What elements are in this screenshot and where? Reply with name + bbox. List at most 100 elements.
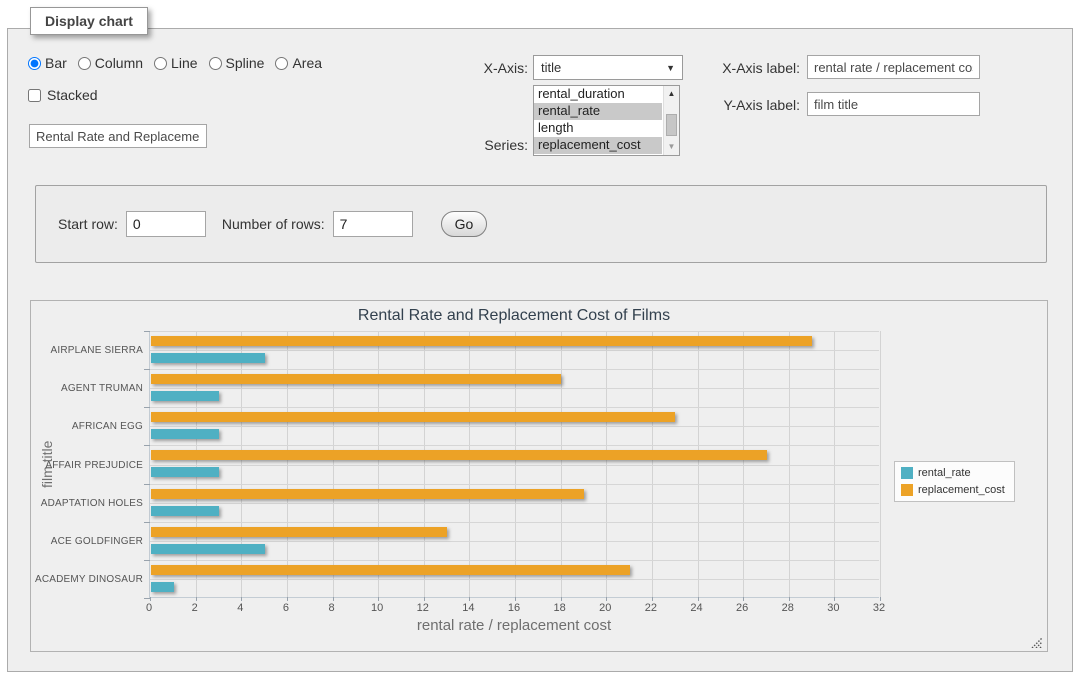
x-tick-label: 16 (494, 602, 534, 614)
gridline-horizontal (150, 522, 879, 523)
bar-rental_rate[interactable] (151, 506, 219, 516)
x-axis-tick (333, 597, 334, 601)
gridline-horizontal (150, 369, 879, 370)
chart-container: Rental Rate and Replacement Cost of Film… (30, 300, 1048, 652)
chart-type-option-spline[interactable]: Spline (209, 55, 265, 71)
gridline-horizontal (150, 484, 879, 485)
scrollbar-thumb[interactable] (666, 114, 677, 136)
bar-rental_rate[interactable] (151, 582, 174, 592)
radio-label-column: Column (95, 55, 143, 71)
radio-line[interactable] (154, 57, 167, 70)
bar-replacement_cost[interactable] (151, 565, 630, 575)
x-axis-tick (880, 597, 881, 601)
series-multiselect[interactable]: rental_durationrental_ratelengthreplacem… (533, 85, 680, 156)
x-tick-label: 20 (585, 602, 625, 614)
bar-replacement_cost[interactable] (151, 527, 447, 537)
chart-type-option-column[interactable]: Column (78, 55, 143, 71)
bar-rental_rate[interactable] (151, 353, 265, 363)
gridline-horizontal (150, 579, 879, 580)
x-axis-tick (606, 597, 607, 601)
series-option-replacement_cost[interactable]: replacement_cost (534, 137, 662, 154)
bar-rental_rate[interactable] (151, 544, 265, 554)
x-axis-tick (789, 597, 790, 601)
gridline-horizontal (150, 388, 879, 389)
legend-item-replacement_cost[interactable]: replacement_cost (901, 484, 1005, 496)
radio-area[interactable] (275, 57, 288, 70)
y-axis-category-labels: AIRPLANE SIERRAAGENT TRUMANAFRICAN EGGAF… (31, 331, 143, 598)
y-axis-title-input[interactable] (807, 92, 980, 116)
y-axis-tick (144, 407, 150, 408)
stacked-checkbox[interactable] (28, 89, 41, 102)
x-axis-tick (287, 597, 288, 601)
radio-column[interactable] (78, 57, 91, 70)
legend-item-rental_rate[interactable]: rental_rate (901, 467, 1005, 479)
x-tick-label: 12 (403, 602, 443, 614)
scroll-up-icon[interactable]: ▲ (664, 87, 679, 101)
gridline-horizontal (150, 445, 879, 446)
x-axis-title: rental rate / replacement cost (149, 617, 879, 634)
bar-replacement_cost[interactable] (151, 450, 767, 460)
x-axis-tick (743, 597, 744, 601)
x-axis-select-label: X-Axis: (430, 60, 528, 76)
bar-rental_rate[interactable] (151, 429, 219, 439)
row-range-panel: Start row: Number of rows: Go (35, 185, 1047, 263)
number-of-rows-input[interactable] (333, 211, 413, 237)
category-label: AGENT TRUMAN (31, 383, 143, 394)
display-chart-tab: Display chart (30, 7, 148, 35)
series-option-rental_rate[interactable]: rental_rate (534, 103, 662, 120)
stacked-checkbox-row[interactable]: Stacked (28, 87, 98, 103)
x-axis-title-input[interactable] (807, 55, 980, 79)
x-tick-label: 30 (813, 602, 853, 614)
bar-rental_rate[interactable] (151, 391, 219, 401)
chart-type-option-area[interactable]: Area (275, 55, 322, 71)
gridline-horizontal (150, 503, 879, 504)
chart-type-option-bar[interactable]: Bar (28, 55, 67, 71)
x-tick-label: 2 (175, 602, 215, 614)
radio-label-line: Line (171, 55, 197, 71)
chart-type-radio-group: Bar Column Line Spline Area (28, 55, 322, 71)
chart-type-option-line[interactable]: Line (154, 55, 197, 71)
gridline-horizontal (150, 541, 879, 542)
radio-spline[interactable] (209, 57, 222, 70)
legend-swatch-rental_rate (901, 467, 913, 479)
bar-replacement_cost[interactable] (151, 374, 561, 384)
gridline-horizontal (150, 331, 879, 332)
row-range-controls: Start row: Number of rows: Go (58, 211, 487, 237)
x-axis-tick (652, 597, 653, 601)
y-axis-tick (144, 331, 150, 332)
x-axis-tick (424, 597, 425, 601)
radio-label-spline: Spline (226, 55, 265, 71)
series-options: rental_durationrental_ratelengthreplacem… (534, 86, 679, 154)
series-select-label: Series: (430, 137, 528, 153)
gridline-horizontal (150, 407, 879, 408)
radio-bar[interactable] (28, 57, 41, 70)
x-axis-tick (241, 597, 242, 601)
go-button[interactable]: Go (441, 211, 488, 237)
bar-rental_rate[interactable] (151, 467, 219, 477)
x-tick-label: 22 (631, 602, 671, 614)
start-row-input[interactable] (126, 211, 206, 237)
series-option-length[interactable]: length (534, 120, 662, 137)
bar-replacement_cost[interactable] (151, 489, 584, 499)
chart-title-input[interactable] (29, 124, 207, 148)
category-label: AFRICAN EGG (31, 421, 143, 432)
gridline-horizontal (150, 560, 879, 561)
y-axis-tick (144, 560, 150, 561)
x-tick-label: 4 (220, 602, 260, 614)
start-row-label: Start row: (58, 216, 118, 232)
y-axis-tick (144, 484, 150, 485)
y-axis-tick (144, 598, 150, 599)
resize-handle-icon[interactable] (1029, 635, 1042, 648)
bar-replacement_cost[interactable] (151, 336, 812, 346)
series-option-rental_duration[interactable]: rental_duration (534, 86, 662, 103)
gridline-horizontal (150, 465, 879, 466)
scroll-down-icon[interactable]: ▼ (664, 140, 679, 154)
x-axis-tick-labels: 02468101214161820222426283032 (31, 602, 1047, 616)
legend-swatch-replacement_cost (901, 484, 913, 496)
scrollbar[interactable]: ▲ ▼ (663, 86, 679, 155)
bar-replacement_cost[interactable] (151, 412, 675, 422)
x-axis-tick (150, 597, 151, 601)
x-axis-select[interactable]: title ▼ (533, 55, 683, 80)
x-tick-label: 6 (266, 602, 306, 614)
x-tick-label: 8 (312, 602, 352, 614)
